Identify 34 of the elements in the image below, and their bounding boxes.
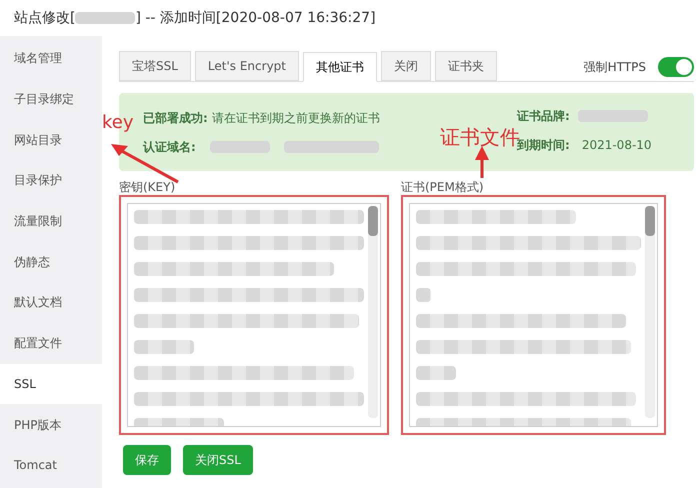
status-label: 已部署成功: — [143, 110, 208, 127]
sidebar-item[interactable]: SSL — [0, 364, 102, 404]
toggle-switch[interactable] — [658, 56, 694, 76]
sidebar-item[interactable]: Tomcat — [0, 444, 102, 486]
sidebar-item[interactable]: 子目录绑定 — [0, 78, 102, 120]
redacted-text — [578, 110, 648, 122]
annotation-arrow — [474, 146, 490, 178]
brand-label: 证书品牌: — [517, 108, 570, 125]
expiry-date: 2021-08-10 — [582, 137, 652, 154]
scrollbar[interactable] — [645, 206, 655, 418]
tab[interactable]: 证书夹 — [435, 51, 497, 81]
tab[interactable]: Let's Encrypt — [194, 51, 299, 81]
status-message: 请在证书到期之前更换新的证书 — [212, 110, 380, 127]
sidebar-item[interactable]: 目录保护 — [0, 160, 102, 201]
sidebar-item[interactable]: 伪静态 — [0, 241, 102, 282]
field-label: 密钥(KEY) — [119, 179, 176, 195]
window-title: ] -- 添加时间[2020-08-07 16:36:27] — [135, 8, 376, 28]
sidebar-item[interactable]: 流量限制 — [0, 200, 102, 242]
annotation-label: key — [102, 114, 134, 132]
sidebar-item[interactable]: 默认文档 — [0, 282, 102, 323]
domain-label: 认证域名: — [143, 139, 196, 156]
tab[interactable]: 关闭 — [381, 51, 431, 81]
sidebar-item[interactable]: PHP版本 — [0, 404, 102, 445]
sidebar-item[interactable]: 网站目录 — [0, 119, 102, 160]
scrollbar[interactable] — [368, 206, 378, 418]
redacted-text — [75, 12, 136, 24]
redacted-text — [210, 141, 270, 153]
window-title: 站点修改[ — [14, 8, 76, 28]
toggle-label: 强制HTTPS — [584, 58, 646, 76]
sidebar-item[interactable]: 配置文件 — [0, 322, 102, 364]
sidebar-item[interactable]: 域名管理 — [0, 38, 102, 79]
tab[interactable]: 其他证书 — [303, 52, 377, 82]
tab[interactable]: 宝塔SSL — [119, 51, 191, 81]
field-label: 证书(PEM格式) — [401, 179, 485, 195]
